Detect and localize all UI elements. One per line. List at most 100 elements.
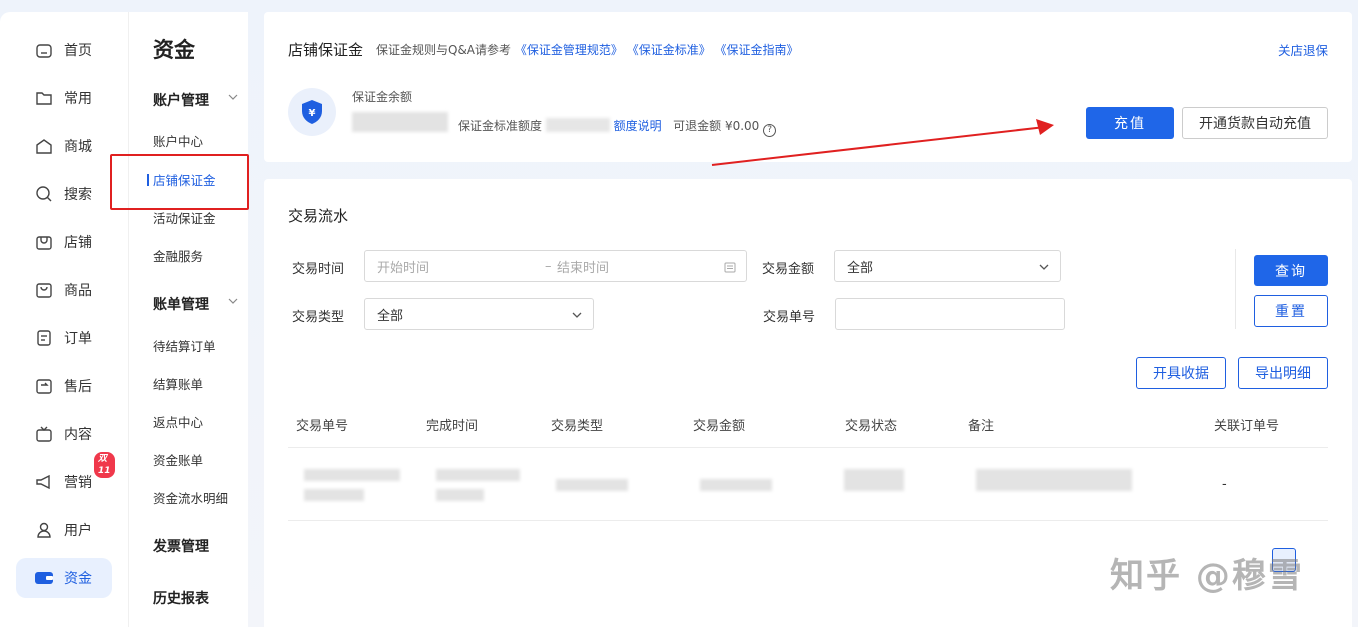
nav-label: 资金 — [64, 571, 92, 587]
col-transaction-amount: 交易金额 — [693, 419, 746, 434]
type-select[interactable]: 全部 — [364, 298, 594, 330]
amount-select[interactable]: 全部 — [834, 250, 1061, 282]
filter-divider — [1235, 249, 1236, 329]
nav-item-marketing[interactable]: 营销 双11 — [16, 452, 115, 502]
col-transaction-type: 交易类型 — [551, 419, 604, 434]
col-transaction-no: 交易单号 — [296, 419, 349, 434]
date-range-picker[interactable]: 开始时间 – 结束时间 — [364, 250, 747, 282]
subnav-item-activity-deposit[interactable]: 活动保证金 — [153, 208, 216, 227]
watermark: 知乎 @穆雪 — [1110, 556, 1304, 596]
subnav-item-finance[interactable]: 金融服务 — [153, 246, 203, 265]
shield-icon: ¥ — [288, 88, 336, 136]
group-history-reports[interactable]: 历史报表 — [153, 588, 209, 608]
blurred-cell — [844, 469, 904, 491]
nav-label: 商城 — [64, 139, 92, 155]
blurred-cell — [556, 479, 628, 491]
link-deposit-guide[interactable]: 《保证金指南》 — [715, 43, 799, 57]
search-icon — [34, 184, 54, 204]
deposit-title: 店铺保证金 — [288, 41, 364, 59]
nav-item-home[interactable]: 首页 — [16, 30, 112, 70]
chevron-down-icon — [223, 92, 245, 108]
subnav-item-settlement[interactable]: 结算账单 — [153, 374, 203, 393]
nav-item-user[interactable]: 用户 — [16, 510, 112, 550]
tv-icon — [34, 424, 54, 444]
nav-label: 常用 — [64, 91, 92, 107]
start-time-input[interactable]: 开始时间 — [377, 257, 429, 276]
chevron-down-icon — [1038, 261, 1050, 276]
nav-label: 店铺 — [64, 235, 92, 251]
transactions-title: 交易流水 — [288, 207, 349, 225]
deposit-rules: 保证金规则与Q&A请参考 《保证金管理规范》 《保证金标准》 《保证金指南》 — [376, 41, 799, 58]
link-deposit-rules[interactable]: 《保证金管理规范》 — [515, 43, 623, 57]
calendar-icon[interactable] — [724, 261, 736, 277]
subnav-item-fund-bill[interactable]: 资金账单 — [153, 450, 203, 469]
product-icon — [34, 280, 54, 300]
link-deposit-standard[interactable]: 《保证金标准》 — [627, 43, 711, 57]
subnav-item-account-center[interactable]: 账户中心 — [153, 131, 203, 150]
nav-item-search[interactable]: 搜索 — [16, 174, 112, 214]
blurred-cell — [304, 469, 400, 481]
nav-item-funds[interactable]: 资金 — [16, 558, 112, 598]
nav-label: 订单 — [64, 331, 92, 347]
blurred-standard — [545, 118, 610, 132]
after-sale-icon — [34, 376, 54, 396]
nav-item-content[interactable]: 内容 — [16, 414, 112, 454]
balance-label: 保证金余额 — [352, 90, 413, 104]
user-icon — [34, 520, 54, 540]
amount-value: 全部 — [847, 260, 874, 276]
subnav-item-pending-orders[interactable]: 待结算订单 — [153, 336, 216, 355]
double11-badge: 双11 — [94, 452, 115, 478]
quota-explanation-link[interactable]: 额度说明 — [614, 119, 662, 133]
related-order-value: - — [1222, 477, 1227, 492]
issue-receipt-button[interactable]: 开具收据 — [1136, 357, 1226, 389]
chevron-down-icon — [223, 296, 245, 312]
store-icon — [34, 232, 54, 252]
nav-label: 用户 — [64, 523, 92, 539]
type-label: 交易类型 — [292, 310, 345, 325]
subnav-item-rebate[interactable]: 返点中心 — [153, 412, 203, 431]
chevron-down-icon — [571, 309, 583, 324]
close-store-refund-link[interactable]: 关店退保 — [1278, 40, 1328, 59]
blurred-cell — [436, 489, 484, 501]
shop-icon — [34, 136, 54, 156]
group-invoice-management[interactable]: 发票管理 — [153, 536, 209, 556]
table-row-divider — [288, 520, 1328, 521]
nav-item-store[interactable]: 店铺 — [16, 222, 112, 262]
reset-button[interactable]: 重置 — [1254, 295, 1328, 327]
nav-item-mall[interactable]: 商城 — [16, 126, 112, 166]
nav-label: 营销 — [64, 475, 92, 491]
recharge-button[interactable]: 充值 — [1086, 107, 1174, 139]
range-separator: – — [545, 258, 552, 274]
sub-nav: 资金 账户管理 账户中心 店铺保证金 活动保证金 金融服务 账单管理 待结算订单… — [128, 12, 248, 627]
transaction-number-input[interactable] — [835, 298, 1065, 330]
group-label: 账户管理 — [153, 93, 209, 109]
svg-text:¥: ¥ — [309, 108, 316, 119]
export-details-button[interactable]: 导出明细 — [1238, 357, 1328, 389]
blurred-cell — [976, 469, 1132, 491]
subnav-title: 资金 — [153, 38, 195, 62]
highlight-box — [110, 154, 249, 210]
nav-label: 售后 — [64, 379, 92, 395]
megaphone-icon — [34, 472, 54, 492]
auto-recharge-button[interactable]: 开通货款自动充值 — [1182, 107, 1328, 139]
nav-item-common[interactable]: 常用 — [16, 78, 112, 118]
end-time-input[interactable]: 结束时间 — [557, 257, 609, 276]
group-account-management[interactable]: 账户管理 — [153, 90, 238, 110]
blurred-cell — [304, 489, 364, 501]
nav-item-aftersale[interactable]: 售后 — [16, 366, 112, 406]
nav-label: 搜索 — [64, 187, 92, 203]
col-related-order: 关联订单号 — [1214, 419, 1280, 434]
wallet-icon — [34, 568, 54, 588]
query-button[interactable]: 查询 — [1254, 255, 1328, 286]
time-label: 交易时间 — [292, 262, 345, 277]
nav-item-order[interactable]: 订单 — [16, 318, 112, 358]
subnav-item-fund-flow[interactable]: 资金流水明细 — [153, 488, 228, 507]
nav-item-product[interactable]: 商品 — [16, 270, 112, 310]
blurred-balance — [352, 112, 448, 132]
group-bill-management[interactable]: 账单管理 — [153, 294, 238, 314]
col-remark: 备注 — [968, 419, 995, 434]
col-transaction-status: 交易状态 — [845, 419, 898, 434]
red-arrow — [711, 119, 1054, 166]
amount-label: 交易金额 — [762, 262, 815, 277]
number-label: 交易单号 — [763, 310, 816, 325]
